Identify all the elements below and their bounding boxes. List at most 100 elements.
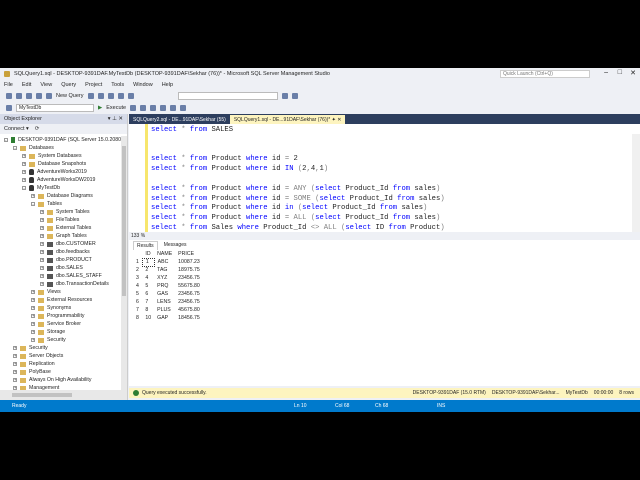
menu-edit[interactable]: Edit: [22, 82, 31, 88]
tree-node[interactable]: - Tables: [0, 200, 121, 208]
table-cell[interactable]: 5: [133, 290, 142, 298]
tree-node[interactable]: + dbo.feedbacks: [0, 248, 121, 256]
maximize-button[interactable]: □: [618, 69, 622, 76]
menu-window[interactable]: Window: [133, 82, 153, 88]
table-cell[interactable]: 3: [133, 274, 142, 282]
table-row[interactable]: 2 2 TAG 18975.75: [133, 266, 203, 274]
database-select[interactable]: MyTestDb: [16, 104, 94, 112]
table-cell[interactable]: ABC: [154, 258, 175, 266]
results-text-icon[interactable]: [160, 105, 167, 111]
menu-tools[interactable]: Tools: [111, 82, 124, 88]
expand-icon[interactable]: +: [40, 234, 44, 238]
expand-icon[interactable]: +: [40, 210, 44, 214]
column-header[interactable]: ID: [142, 250, 154, 258]
tree-node[interactable]: + Graph Tables: [0, 232, 121, 240]
table-cell[interactable]: 5: [142, 282, 154, 290]
expand-icon[interactable]: +: [13, 370, 17, 374]
table-cell[interactable]: 23456.75: [175, 298, 203, 306]
open-icon[interactable]: [36, 93, 42, 99]
table-cell[interactable]: 4: [142, 274, 154, 282]
tree-node[interactable]: + dbo.TransactionDetails: [0, 280, 121, 288]
table-cell[interactable]: 10087.23: [175, 258, 203, 266]
redo-icon[interactable]: [127, 93, 134, 99]
table-row[interactable]: 1 1 ABC 10087.23: [133, 257, 203, 267]
expand-icon[interactable]: +: [31, 330, 35, 334]
new-query-button[interactable]: New Query: [56, 93, 84, 99]
table-cell[interactable]: 1: [141, 257, 155, 267]
sql-editor[interactable]: select * from SALES select * from Produc…: [129, 124, 640, 232]
tree-node[interactable]: + Service Broker: [0, 320, 121, 328]
menu-view[interactable]: View: [40, 82, 52, 88]
cut-icon[interactable]: [97, 93, 104, 99]
connect-button[interactable]: Connect ▾: [4, 126, 29, 132]
table-cell[interactable]: 4: [133, 282, 142, 290]
table-cell[interactable]: 8: [133, 314, 142, 322]
tree-node[interactable]: + PolyBase: [0, 368, 121, 376]
table-cell[interactable]: 7: [133, 306, 142, 314]
column-header[interactable]: NAME: [154, 250, 175, 258]
tree-node[interactable]: + Database Snapshots: [0, 160, 121, 168]
expand-icon[interactable]: +: [31, 306, 35, 310]
tree-node[interactable]: + dbo.SALES: [0, 264, 121, 272]
table-cell[interactable]: PRQ: [154, 282, 175, 290]
table-cell[interactable]: 6: [133, 298, 142, 306]
expand-icon[interactable]: +: [13, 378, 17, 382]
expand-icon[interactable]: +: [31, 290, 35, 294]
table-cell[interactable]: 6: [142, 290, 154, 298]
parse-icon[interactable]: [140, 105, 147, 111]
table-cell[interactable]: 18975.75: [175, 266, 203, 274]
expand-icon[interactable]: +: [40, 226, 44, 230]
indent-icon[interactable]: [180, 105, 187, 111]
tab-sqlquery2[interactable]: SQLQuery2.sql - DE...91DAF\Sekhar (55): [129, 115, 230, 124]
tree-node[interactable]: + AdventureWorksDW2019: [0, 176, 121, 184]
search-combo[interactable]: [177, 92, 278, 100]
execute-button[interactable]: Execute: [106, 105, 126, 111]
table-cell[interactable]: 10: [142, 314, 154, 322]
refresh-icon[interactable]: ⟳: [35, 126, 40, 132]
forward-icon[interactable]: [16, 93, 22, 99]
table-cell[interactable]: 1: [133, 258, 142, 266]
tree-node[interactable]: + FileTables: [0, 216, 121, 224]
new-file-icon[interactable]: [26, 93, 32, 99]
table-cell[interactable]: 2: [142, 266, 154, 274]
expand-icon[interactable]: +: [40, 242, 44, 246]
expand-icon[interactable]: +: [40, 258, 44, 262]
tree-node[interactable]: - Databases: [0, 144, 121, 152]
tree-node[interactable]: + Always On High Availability: [0, 376, 121, 384]
expand-icon[interactable]: +: [40, 250, 44, 254]
tree-node[interactable]: - MyTestDb: [0, 184, 121, 192]
table-row[interactable]: 7 8 PLUS 45675.80: [133, 306, 203, 314]
expand-icon[interactable]: +: [40, 274, 44, 278]
tab-results[interactable]: Results: [133, 240, 158, 250]
table-cell[interactable]: 18456.75: [175, 314, 203, 322]
column-header[interactable]: PRICE: [175, 250, 203, 258]
undo-icon[interactable]: [117, 93, 124, 99]
table-cell[interactable]: 8: [142, 306, 154, 314]
table-cell[interactable]: TAG: [154, 266, 175, 274]
expand-icon[interactable]: +: [31, 322, 35, 326]
tree-node[interactable]: + Synonyms: [0, 304, 121, 312]
table-cell[interactable]: 45675.80: [175, 306, 203, 314]
tree-horizontal-scrollbar[interactable]: [0, 390, 127, 400]
table-row[interactable]: 6 7 LENS 23456.75: [133, 298, 203, 306]
table-cell[interactable]: GAS: [154, 290, 175, 298]
table-cell[interactable]: PLUS: [154, 306, 175, 314]
expand-icon[interactable]: +: [31, 298, 35, 302]
menu-project[interactable]: Project: [85, 82, 102, 88]
table-row[interactable]: 4 5 PRQ 55675.80: [133, 282, 203, 290]
expand-icon[interactable]: +: [31, 338, 35, 342]
table-cell[interactable]: 55675.80: [175, 282, 203, 290]
tree-node[interactable]: + System Databases: [0, 152, 121, 160]
tree-node[interactable]: + Database Diagrams: [0, 192, 121, 200]
expand-icon[interactable]: +: [40, 266, 44, 270]
tree-node[interactable]: + Security: [0, 344, 121, 352]
results-grid-icon[interactable]: [150, 105, 157, 111]
tree-node[interactable]: + dbo.CUSTOMER: [0, 240, 121, 248]
table-cell[interactable]: LENS: [154, 298, 175, 306]
table-row[interactable]: 5 6 GAS 23456.75: [133, 290, 203, 298]
properties-icon[interactable]: [281, 93, 288, 99]
zoom-level[interactable]: 133 %: [129, 232, 640, 240]
tree-node[interactable]: + External Tables: [0, 224, 121, 232]
wrench-icon[interactable]: [291, 93, 298, 99]
table-cell[interactable]: 7: [142, 298, 154, 306]
